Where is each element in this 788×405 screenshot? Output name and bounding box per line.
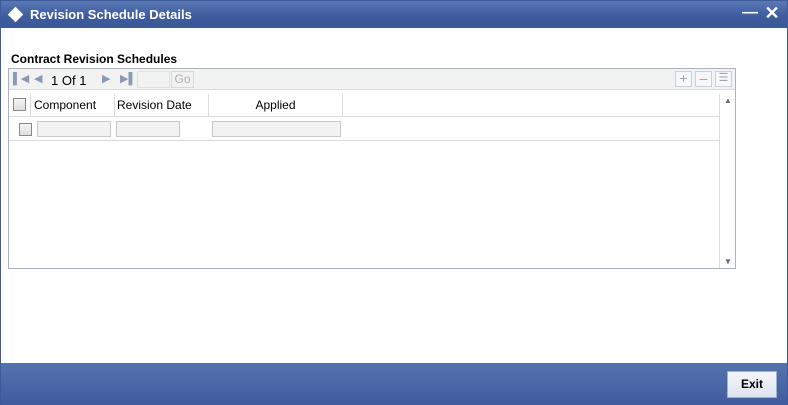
delete-row-button[interactable]: – — [695, 71, 712, 87]
pagination-toolbar: ▌◀ ◀ 1 Of 1 ▶ ▶▌ Go + – ☰ — [9, 69, 735, 90]
component-field[interactable] — [37, 121, 111, 137]
select-all-checkbox[interactable] — [13, 98, 26, 111]
vertical-scrollbar[interactable]: ▲ ▼ — [719, 94, 735, 268]
table-header: Component Revision Date Applied — [9, 94, 719, 117]
first-page-icon[interactable]: ▌◀ — [13, 72, 29, 86]
plus-icon: + — [679, 70, 688, 86]
window-title: Revision Schedule Details — [30, 7, 192, 22]
page-indicator: 1 Of 1 — [51, 73, 86, 88]
of-label: Of — [61, 73, 76, 88]
revision-date-field[interactable] — [116, 121, 180, 137]
close-button[interactable]: ✕ — [763, 3, 781, 23]
single-view-button[interactable]: ☰ — [715, 71, 732, 87]
contract-revision-schedules-grid: ▌◀ ◀ 1 Of 1 ▶ ▶▌ Go + – ☰ Component Revi… — [8, 68, 736, 269]
section-title: Contract Revision Schedules — [11, 52, 178, 66]
scroll-down-icon[interactable]: ▼ — [724, 257, 732, 266]
minimize-button[interactable]: — — [741, 3, 759, 23]
column-header-component[interactable]: Component — [31, 94, 115, 116]
go-button[interactable]: Go — [171, 71, 194, 88]
current-page: 1 — [51, 73, 59, 88]
list-view-icon: ☰ — [718, 72, 729, 84]
column-header-applied[interactable]: Applied — [209, 94, 343, 116]
minus-icon: – — [699, 70, 708, 86]
last-page-icon[interactable]: ▶▌ — [120, 72, 136, 86]
minimize-icon: — — [742, 4, 758, 21]
window-diamond-icon — [7, 6, 24, 23]
row-select-checkbox[interactable] — [19, 123, 32, 136]
page-number-input[interactable] — [137, 71, 170, 88]
next-page-icon[interactable]: ▶ — [102, 72, 110, 86]
previous-page-icon[interactable]: ◀ — [34, 72, 42, 86]
applied-field[interactable] — [212, 121, 341, 137]
revision-schedule-window: Revision Schedule Details — ✕ Contract R… — [0, 0, 788, 405]
column-header-revision-date[interactable]: Revision Date — [115, 94, 209, 116]
close-icon: ✕ — [764, 3, 780, 23]
exit-button[interactable]: Exit — [727, 371, 777, 398]
title-bar: Revision Schedule Details — ✕ — [1, 1, 787, 28]
select-all-header — [9, 94, 31, 116]
total-pages: 1 — [79, 73, 87, 88]
footer-bar: Exit — [1, 363, 787, 405]
table-row — [9, 117, 719, 141]
add-row-button[interactable]: + — [675, 71, 692, 87]
scroll-up-icon[interactable]: ▲ — [724, 96, 732, 105]
